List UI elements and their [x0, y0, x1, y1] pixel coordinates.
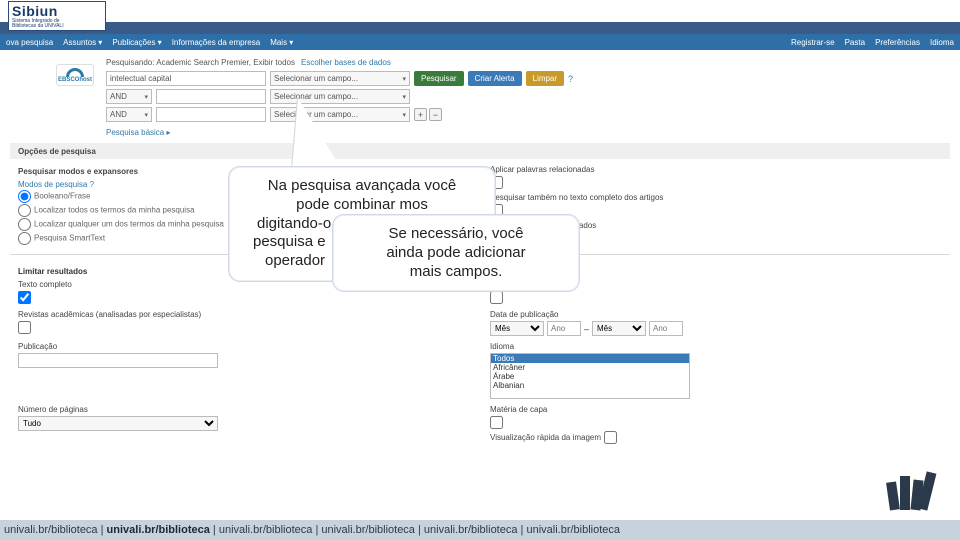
- nav-subjects[interactable]: Assuntos ▾: [63, 38, 102, 47]
- lang-opt-3[interactable]: Albanian: [491, 381, 689, 390]
- nav-new-search[interactable]: ova pesquisa: [6, 38, 53, 47]
- top-frame: Sibiun Sistema Integrado de Bibliotecas …: [0, 0, 960, 34]
- nav-more[interactable]: Mais ▾: [270, 38, 293, 47]
- date-month-to[interactable]: Mês: [592, 321, 646, 336]
- search-button[interactable]: Pesquisar: [414, 71, 464, 86]
- bubble2-line3: mais campos.: [347, 263, 565, 282]
- language-listbox[interactable]: Todos Africâner Árabe Albanian: [490, 353, 690, 399]
- logo-sub2: Bibliotecas da UNIVALI: [12, 24, 102, 29]
- bubble1-line2: pode combinar mos: [243, 196, 481, 215]
- quickview-label: Visualização rápida da imagem: [490, 433, 601, 442]
- nav-prefs[interactable]: Preferências: [875, 38, 920, 47]
- footer-1: univali.br/biblioteca: [4, 524, 98, 536]
- nav-lang[interactable]: Idioma: [930, 38, 954, 47]
- footer-6: univali.br/biblioteca: [526, 524, 620, 536]
- nav-publications[interactable]: Publicações ▾: [112, 38, 161, 47]
- source-row: Pesquisando: Academic Search Premier, Ex…: [106, 58, 950, 67]
- books-icon: [882, 462, 942, 514]
- pub-label: Publicação: [18, 342, 470, 351]
- date-year-from[interactable]: [547, 321, 581, 336]
- tip-bubble-2: Se necessário, você ainda pode adicionar…: [332, 214, 580, 292]
- basic-search-link[interactable]: Pesquisa básica ▸: [106, 128, 171, 137]
- fulltext-search-label: Pesquisar também no texto completo dos a…: [490, 193, 942, 202]
- lang-opt-1[interactable]: Africâner: [491, 363, 689, 372]
- add-row-button[interactable]: +: [414, 108, 427, 121]
- date-year-to[interactable]: [649, 321, 683, 336]
- pub-input[interactable]: [18, 353, 218, 368]
- clear-button[interactable]: Limpar: [526, 71, 564, 86]
- field-select-1[interactable]: Selecionar um campo...: [270, 71, 410, 86]
- date-month-from[interactable]: Mês: [490, 321, 544, 336]
- footer-3: univali.br/biblioteca: [219, 524, 313, 536]
- remove-row-button[interactable]: −: [429, 108, 442, 121]
- search-input-3[interactable]: [156, 107, 266, 122]
- fulltext-checkbox[interactable]: [18, 291, 31, 304]
- create-alert-button[interactable]: Criar Alerta: [468, 71, 522, 86]
- search-input-1[interactable]: intelectual capital: [106, 71, 266, 86]
- cover-label: Matéria de capa: [490, 405, 942, 414]
- lang-label: Idioma: [490, 342, 942, 351]
- bubble1-line1: Na pesquisa avançada você: [243, 177, 481, 196]
- footer-bold: univali.br/biblioteca: [107, 524, 210, 536]
- refs-checkbox[interactable]: [490, 291, 503, 304]
- ebsco-arc-icon: [66, 68, 84, 77]
- footer-4: univali.br/biblioteca: [321, 524, 415, 536]
- bubble2-line2: ainda pode adicionar: [347, 244, 565, 263]
- bubble2-line1: Se necessário, você: [347, 225, 565, 244]
- footer-bar: univali.br/biblioteca | univali.br/bibli…: [0, 520, 960, 540]
- bool-op-1[interactable]: AND: [106, 89, 152, 104]
- nav-company[interactable]: Informações da empresa: [172, 38, 261, 47]
- choose-db-link[interactable]: Escolher bases de dados: [301, 58, 391, 67]
- search-rows: intelectual capital Selecionar um campo.…: [106, 71, 950, 122]
- footer-5: univali.br/biblioteca: [424, 524, 518, 536]
- peer-label: Revistas acadêmicas (analisadas por espe…: [18, 310, 470, 319]
- pages-select[interactable]: Tudo: [18, 416, 218, 431]
- cover-checkbox[interactable]: [490, 416, 503, 429]
- bool-op-2[interactable]: AND: [106, 107, 152, 122]
- logo-title: Sibiun: [12, 3, 102, 19]
- pages-label: Número de páginas: [18, 405, 470, 414]
- nav-folder[interactable]: Pasta: [845, 38, 865, 47]
- sibiun-logo: Sibiun Sistema Integrado de Bibliotecas …: [8, 1, 106, 31]
- date-label: Data de publicação: [490, 310, 942, 319]
- searching-label: Pesquisando: Academic Search Premier, Ex…: [106, 58, 295, 67]
- bubble-tail-icon: [292, 98, 342, 170]
- lang-opt-2[interactable]: Árabe: [491, 372, 689, 381]
- lang-opt-all[interactable]: Todos: [491, 354, 689, 363]
- ebsco-label: EBSCOhost: [58, 77, 92, 83]
- quickview-checkbox[interactable]: [604, 431, 617, 444]
- related-words-label: Aplicar palavras relacionadas: [490, 165, 942, 174]
- search-options-bar: Opções de pesquisa: [10, 143, 950, 159]
- help-icon[interactable]: ?: [568, 74, 573, 84]
- peer-checkbox[interactable]: [18, 321, 31, 334]
- search-input-2[interactable]: [156, 89, 266, 104]
- ebsco-logo: EBSCOhost: [56, 64, 94, 86]
- main-nav: ova pesquisa Assuntos ▾ Publicações ▾ In…: [0, 34, 960, 50]
- nav-signin[interactable]: Registrar-se: [791, 38, 835, 47]
